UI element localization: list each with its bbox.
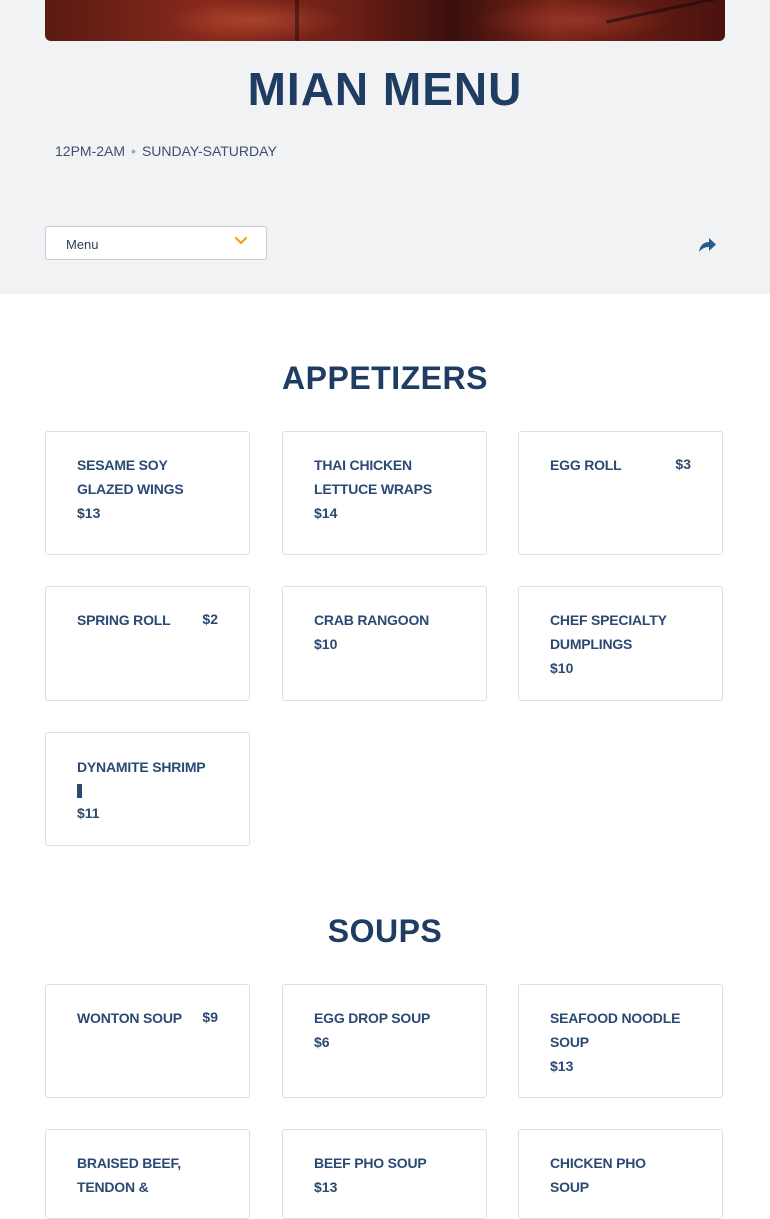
menu-item-price: $9 — [202, 1009, 218, 1025]
section-title-soups: SOUPS — [327, 913, 443, 949]
hours-time: 12PM-2AM — [55, 143, 126, 159]
menu-item-price: $13 — [314, 1179, 338, 1195]
menu-item-name: SESAME SOY GLAZED WINGS — [77, 457, 184, 497]
share-icon[interactable] — [696, 234, 718, 256]
hours-days: SUNDAY-SATURDAY — [141, 143, 277, 159]
page-title: MIAN MENU — [247, 63, 523, 115]
chevron-down-icon — [234, 236, 248, 245]
menu-item-card[interactable]: WONTON SOUP $9 — [45, 984, 250, 1098]
menu-item-card[interactable]: EGG ROLL $3 — [518, 431, 723, 555]
menu-item-card[interactable]: BRAISED BEEF, TENDON & — [45, 1129, 250, 1219]
section-title-appetizers: APPETIZERS — [282, 360, 488, 396]
menu-item-card[interactable]: SEAFOOD NOODLE SOUP $13 — [518, 984, 723, 1098]
menu-item-card[interactable]: THAI CHICKEN LETTUCE WRAPS $14 — [282, 431, 487, 555]
hours-separator: • — [131, 143, 136, 159]
menu-item-card[interactable]: EGG DROP SOUP $6 — [282, 984, 487, 1098]
menu-item-name: THAI CHICKEN LETTUCE WRAPS — [314, 457, 432, 497]
menu-item-price: $10 — [314, 636, 338, 652]
menu-dropdown[interactable]: Menu — [45, 226, 267, 260]
menu-item-price: $10 — [550, 660, 574, 676]
menu-item-card[interactable]: SPRING ROLL $2 — [45, 586, 250, 701]
menu-item-name: SEAFOOD NOODLE SOUP — [550, 1010, 681, 1050]
menu-item-price: $3 — [675, 456, 691, 472]
hero-image — [45, 0, 725, 41]
menu-item-name: EGG DROP SOUP — [314, 1010, 431, 1026]
menu-item-card[interactable]: DYNAMITE SHRIMP $11 — [45, 732, 250, 846]
menu-item-name: SPRING ROLL — [77, 612, 171, 628]
menu-item-price: $2 — [202, 611, 218, 627]
menu-item-card[interactable]: BEEF PHO SOUP $13 — [282, 1129, 487, 1219]
menu-item-name: DYNAMITE SHRIMP — [77, 759, 206, 775]
menu-item-price: $13 — [550, 1058, 574, 1074]
menu-item-price: $6 — [314, 1034, 330, 1050]
menu-item-card[interactable]: SESAME SOY GLAZED WINGS $13 — [45, 431, 250, 555]
opening-hours: 12PM-2AM • SUNDAY-SATURDAY — [55, 143, 277, 159]
menu-dropdown-label: Menu — [66, 237, 99, 252]
menu-item-card[interactable]: CHICKEN PHO SOUP — [518, 1129, 723, 1219]
menu-item-card[interactable]: CRAB RANGOON $10 — [282, 586, 487, 701]
menu-item-name: WONTON SOUP — [77, 1010, 182, 1026]
menu-item-name: EGG ROLL — [550, 457, 622, 473]
menu-item-price: $14 — [314, 505, 338, 521]
menu-item-name: CHEF SPECIALTY DUMPLINGS — [550, 612, 667, 652]
menu-item-price: $11 — [77, 805, 100, 821]
menu-item-name: CRAB RANGOON — [314, 612, 430, 628]
spicy-marker-icon — [77, 784, 82, 798]
menu-item-name: BEEF PHO SOUP — [314, 1155, 427, 1171]
menu-item-price: $13 — [77, 505, 101, 521]
menu-item-card[interactable]: CHEF SPECIALTY DUMPLINGS $10 — [518, 586, 723, 701]
